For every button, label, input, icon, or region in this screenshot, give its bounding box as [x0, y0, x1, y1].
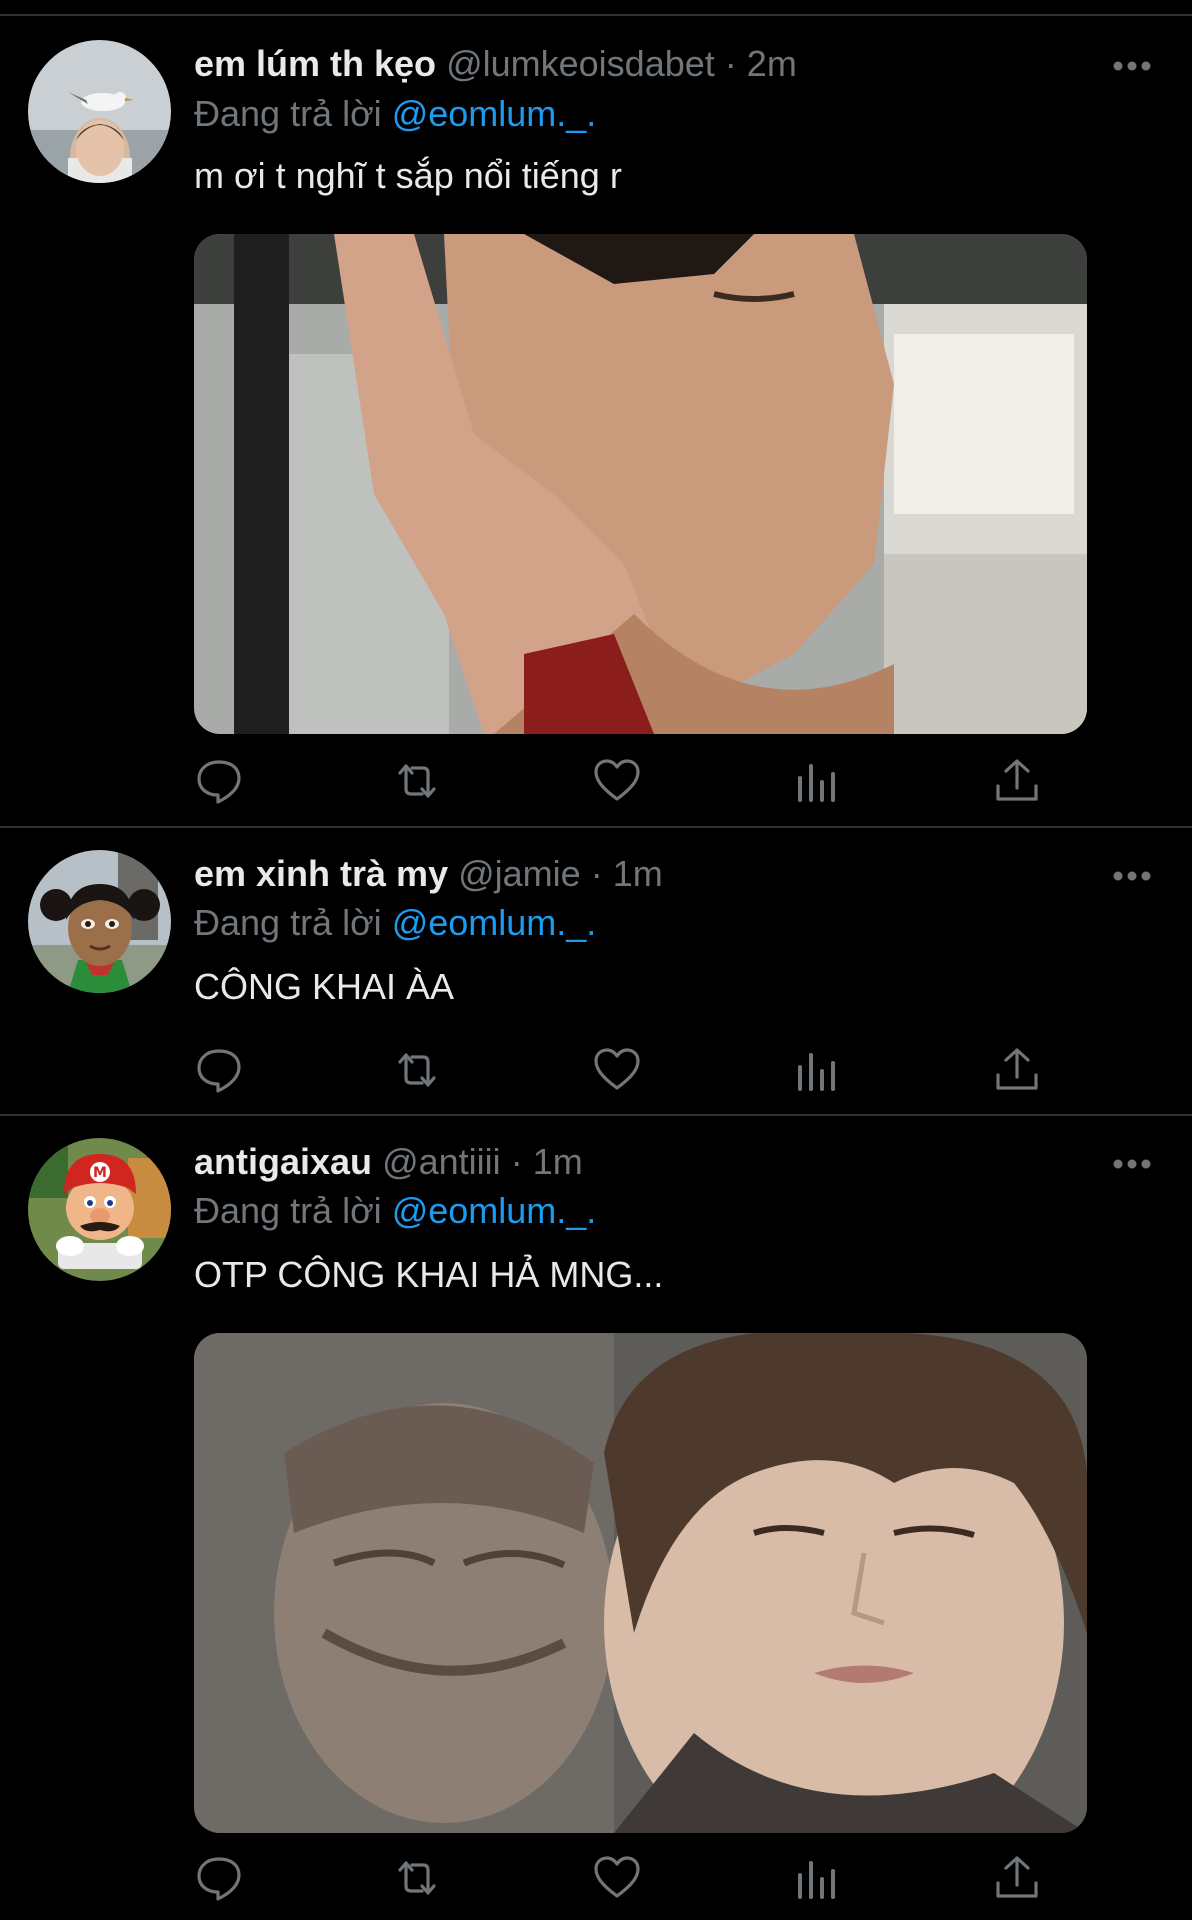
more-options-icon[interactable]: [1112, 1154, 1152, 1174]
photo-man-ok-gesture-eyes-closed-icon: [194, 234, 1087, 734]
reply-mention-link[interactable]: @eomlum._.: [392, 93, 597, 134]
like-icon[interactable]: [592, 1853, 642, 1903]
reply-mention-link[interactable]: @eomlum._.: [392, 1190, 597, 1231]
share-icon[interactable]: [992, 1045, 1042, 1095]
action-bar: [194, 756, 1074, 806]
svg-text:M: M: [93, 1165, 107, 1181]
tweet-header: em lúm th kẹo @lumkeoisdabet · 2m: [194, 40, 797, 88]
timestamp[interactable]: 1m: [533, 1141, 583, 1182]
retweet-icon[interactable]: [392, 1045, 442, 1095]
tweet-header: em xinh trà my @jamie · 1m: [194, 850, 663, 898]
analytics-icon[interactable]: [792, 1853, 842, 1903]
reply-context: Đang trả lời @eomlum._.: [194, 899, 596, 947]
reply-icon[interactable]: [194, 756, 244, 806]
avatar[interactable]: M: [28, 1138, 171, 1281]
more-options-icon[interactable]: [1112, 866, 1152, 886]
tweet-header: antigaixau @antiiii · 1m: [194, 1138, 583, 1186]
timestamp[interactable]: 2m: [747, 43, 797, 84]
like-icon[interactable]: [592, 756, 642, 806]
more-options-icon[interactable]: [1112, 56, 1152, 76]
tweet-text: CÔNG KHAI ÀA: [194, 966, 455, 1007]
share-icon[interactable]: [992, 1853, 1042, 1903]
reply-prefix: Đang trả lời: [194, 93, 382, 134]
display-name[interactable]: em lúm th kẹo: [194, 43, 436, 84]
tweet-media[interactable]: [194, 234, 1087, 734]
user-handle[interactable]: @jamie: [458, 853, 581, 894]
user-handle[interactable]: @antiiii: [382, 1141, 501, 1182]
tweet-divider: [0, 1114, 1192, 1116]
reply-icon[interactable]: [194, 1853, 244, 1903]
reply-mention-link[interactable]: @eomlum._.: [392, 902, 597, 943]
tweet-media[interactable]: [194, 1333, 1087, 1833]
photo-two-faces-eyes-closed-icon: [194, 1333, 1087, 1833]
share-icon[interactable]: [992, 756, 1042, 806]
like-icon[interactable]: [592, 1045, 642, 1095]
reply-icon[interactable]: [194, 1045, 244, 1095]
reply-prefix: Đang trả lời: [194, 902, 382, 943]
display-name[interactable]: em xinh trà my: [194, 853, 448, 894]
timestamp[interactable]: 1m: [613, 853, 663, 894]
retweet-icon[interactable]: [392, 756, 442, 806]
action-bar: [194, 1853, 1074, 1903]
seagull-on-head-photo-icon: [28, 40, 171, 183]
separator-dot: ·: [590, 853, 603, 894]
tweet-divider: [0, 826, 1192, 828]
avatar[interactable]: [28, 40, 171, 183]
avatar[interactable]: [28, 850, 171, 993]
analytics-icon[interactable]: [792, 1045, 842, 1095]
reply-context: Đang trả lời @eomlum._.: [194, 1187, 596, 1235]
reply-prefix: Đang trả lời: [194, 1190, 382, 1231]
display-name[interactable]: antigaixau: [194, 1141, 372, 1182]
retweet-icon[interactable]: [392, 1853, 442, 1903]
tweet-text: m ơi t nghĩ t sắp nổi tiếng r: [194, 155, 622, 196]
mario-typing-icon: M: [28, 1138, 171, 1281]
reply-context: Đang trả lời @eomlum._.: [194, 90, 596, 138]
action-bar: [194, 1045, 1074, 1095]
separator-dot: ·: [724, 43, 737, 84]
tweet-text: OTP CÔNG KHAI HẢ MNG...: [194, 1254, 664, 1295]
analytics-icon[interactable]: [792, 756, 842, 806]
top-divider: [0, 14, 1192, 16]
user-handle[interactable]: @lumkeoisdabet: [446, 43, 715, 84]
separator-dot: ·: [510, 1141, 523, 1182]
cartoon-girl-pigtails-icon: [28, 850, 171, 993]
